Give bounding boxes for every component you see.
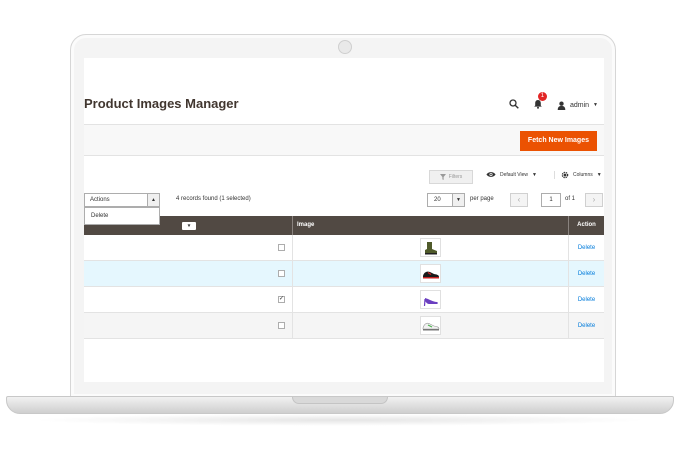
chevron-down-icon: ▼ <box>593 102 598 108</box>
table-row: Delete <box>84 261 604 287</box>
laptop-shadow <box>30 414 650 426</box>
table-row: ✓ Delete <box>84 287 604 313</box>
cell-image <box>293 261 569 286</box>
grid-header: ▾ Image Action <box>84 216 604 235</box>
records-count: 4 records found (1 selected) <box>176 196 251 202</box>
next-page-button[interactable]: › <box>585 193 603 207</box>
table-row: Delete <box>84 235 604 261</box>
product-thumbnail[interactable] <box>420 238 441 257</box>
mass-select-toggle[interactable]: ▾ <box>182 222 196 230</box>
chevron-down-icon: ▼ <box>596 172 602 178</box>
cell-action: Delete <box>569 235 604 260</box>
delete-link[interactable]: Delete <box>578 271 595 277</box>
mass-actions-label: Actions <box>90 197 110 203</box>
columns-switcher[interactable]: Columns ▼ <box>554 171 602 179</box>
camera-dot <box>338 40 352 54</box>
cell-action: Delete <box>569 287 604 312</box>
chevron-down-icon: ▼ <box>531 171 537 178</box>
notifications-button[interactable]: 1 <box>533 92 547 114</box>
delete-link[interactable]: Delete <box>578 245 595 251</box>
per-page-value: 20 <box>434 197 441 203</box>
cell-select: ✓ <box>84 287 293 312</box>
cell-action: Delete <box>569 261 604 286</box>
screen: Product Images Manager 1 admin ▼ Fetch N… <box>84 58 604 382</box>
chevron-up-icon: ▲ <box>147 194 159 206</box>
user-menu[interactable]: admin ▼ <box>557 101 598 110</box>
cell-image <box>293 235 569 260</box>
cell-image <box>293 313 569 338</box>
product-thumbnail[interactable] <box>420 264 441 283</box>
mass-action-delete-option[interactable]: Delete <box>85 208 159 225</box>
column-header-image[interactable]: Image <box>293 216 569 235</box>
filters-button[interactable]: Filters <box>429 170 473 184</box>
chevron-down-icon: ▼ <box>452 194 464 206</box>
cell-select <box>84 261 293 286</box>
user-name: admin <box>569 101 590 109</box>
boot-icon <box>424 241 437 254</box>
product-thumbnail[interactable] <box>420 290 441 309</box>
images-grid: ▾ Image Action Delete Delete ✓ Delete De… <box>84 216 604 339</box>
column-header-action: Action <box>577 222 596 228</box>
columns-label: Columns <box>573 172 593 178</box>
default-view-label: Default View <box>500 171 528 178</box>
table-row: Delete <box>84 313 604 339</box>
row-checkbox-checked[interactable]: ✓ <box>278 296 285 303</box>
page-title: Product Images Manager <box>84 96 239 111</box>
search-button[interactable] <box>509 96 519 114</box>
mass-actions-select[interactable]: Actions ▲ <box>84 193 160 207</box>
filters-label: Filters <box>448 174 463 180</box>
search-icon <box>509 99 519 109</box>
notification-badge: 1 <box>537 92 547 101</box>
row-checkbox[interactable] <box>278 244 285 251</box>
gear-icon <box>561 171 569 179</box>
user-icon <box>557 101 566 110</box>
current-page-input[interactable]: 1 <box>541 193 561 207</box>
header-actions: 1 admin ▼ <box>509 92 598 114</box>
per-page-label: per page <box>470 196 494 202</box>
delete-link[interactable]: Delete <box>578 297 595 303</box>
funnel-icon <box>439 174 446 180</box>
high-heel-icon <box>423 297 438 306</box>
sneaker-icon <box>422 322 439 330</box>
per-page-select[interactable]: 20 ▼ <box>427 193 465 207</box>
row-checkbox[interactable] <box>278 270 285 277</box>
mass-actions-dropdown: Delete <box>84 207 160 225</box>
default-view-switcher[interactable]: Default View ▼ <box>486 171 537 178</box>
row-checkbox[interactable] <box>278 322 285 329</box>
product-thumbnail[interactable] <box>420 316 441 335</box>
cell-action: Delete <box>569 313 604 338</box>
cell-select <box>84 313 293 338</box>
eye-icon <box>486 172 496 177</box>
page-total: of 1 <box>565 196 576 202</box>
laptop-base-notch <box>292 397 388 404</box>
fetch-new-images-button[interactable]: Fetch New Images <box>519 131 597 151</box>
cell-select <box>84 235 293 260</box>
sneaker-icon <box>422 271 439 278</box>
page-actions-bar: Fetch New Images <box>84 124 604 156</box>
delete-link[interactable]: Delete <box>578 323 595 329</box>
previous-page-button[interactable]: ‹ <box>510 193 528 207</box>
cell-image <box>293 287 569 312</box>
